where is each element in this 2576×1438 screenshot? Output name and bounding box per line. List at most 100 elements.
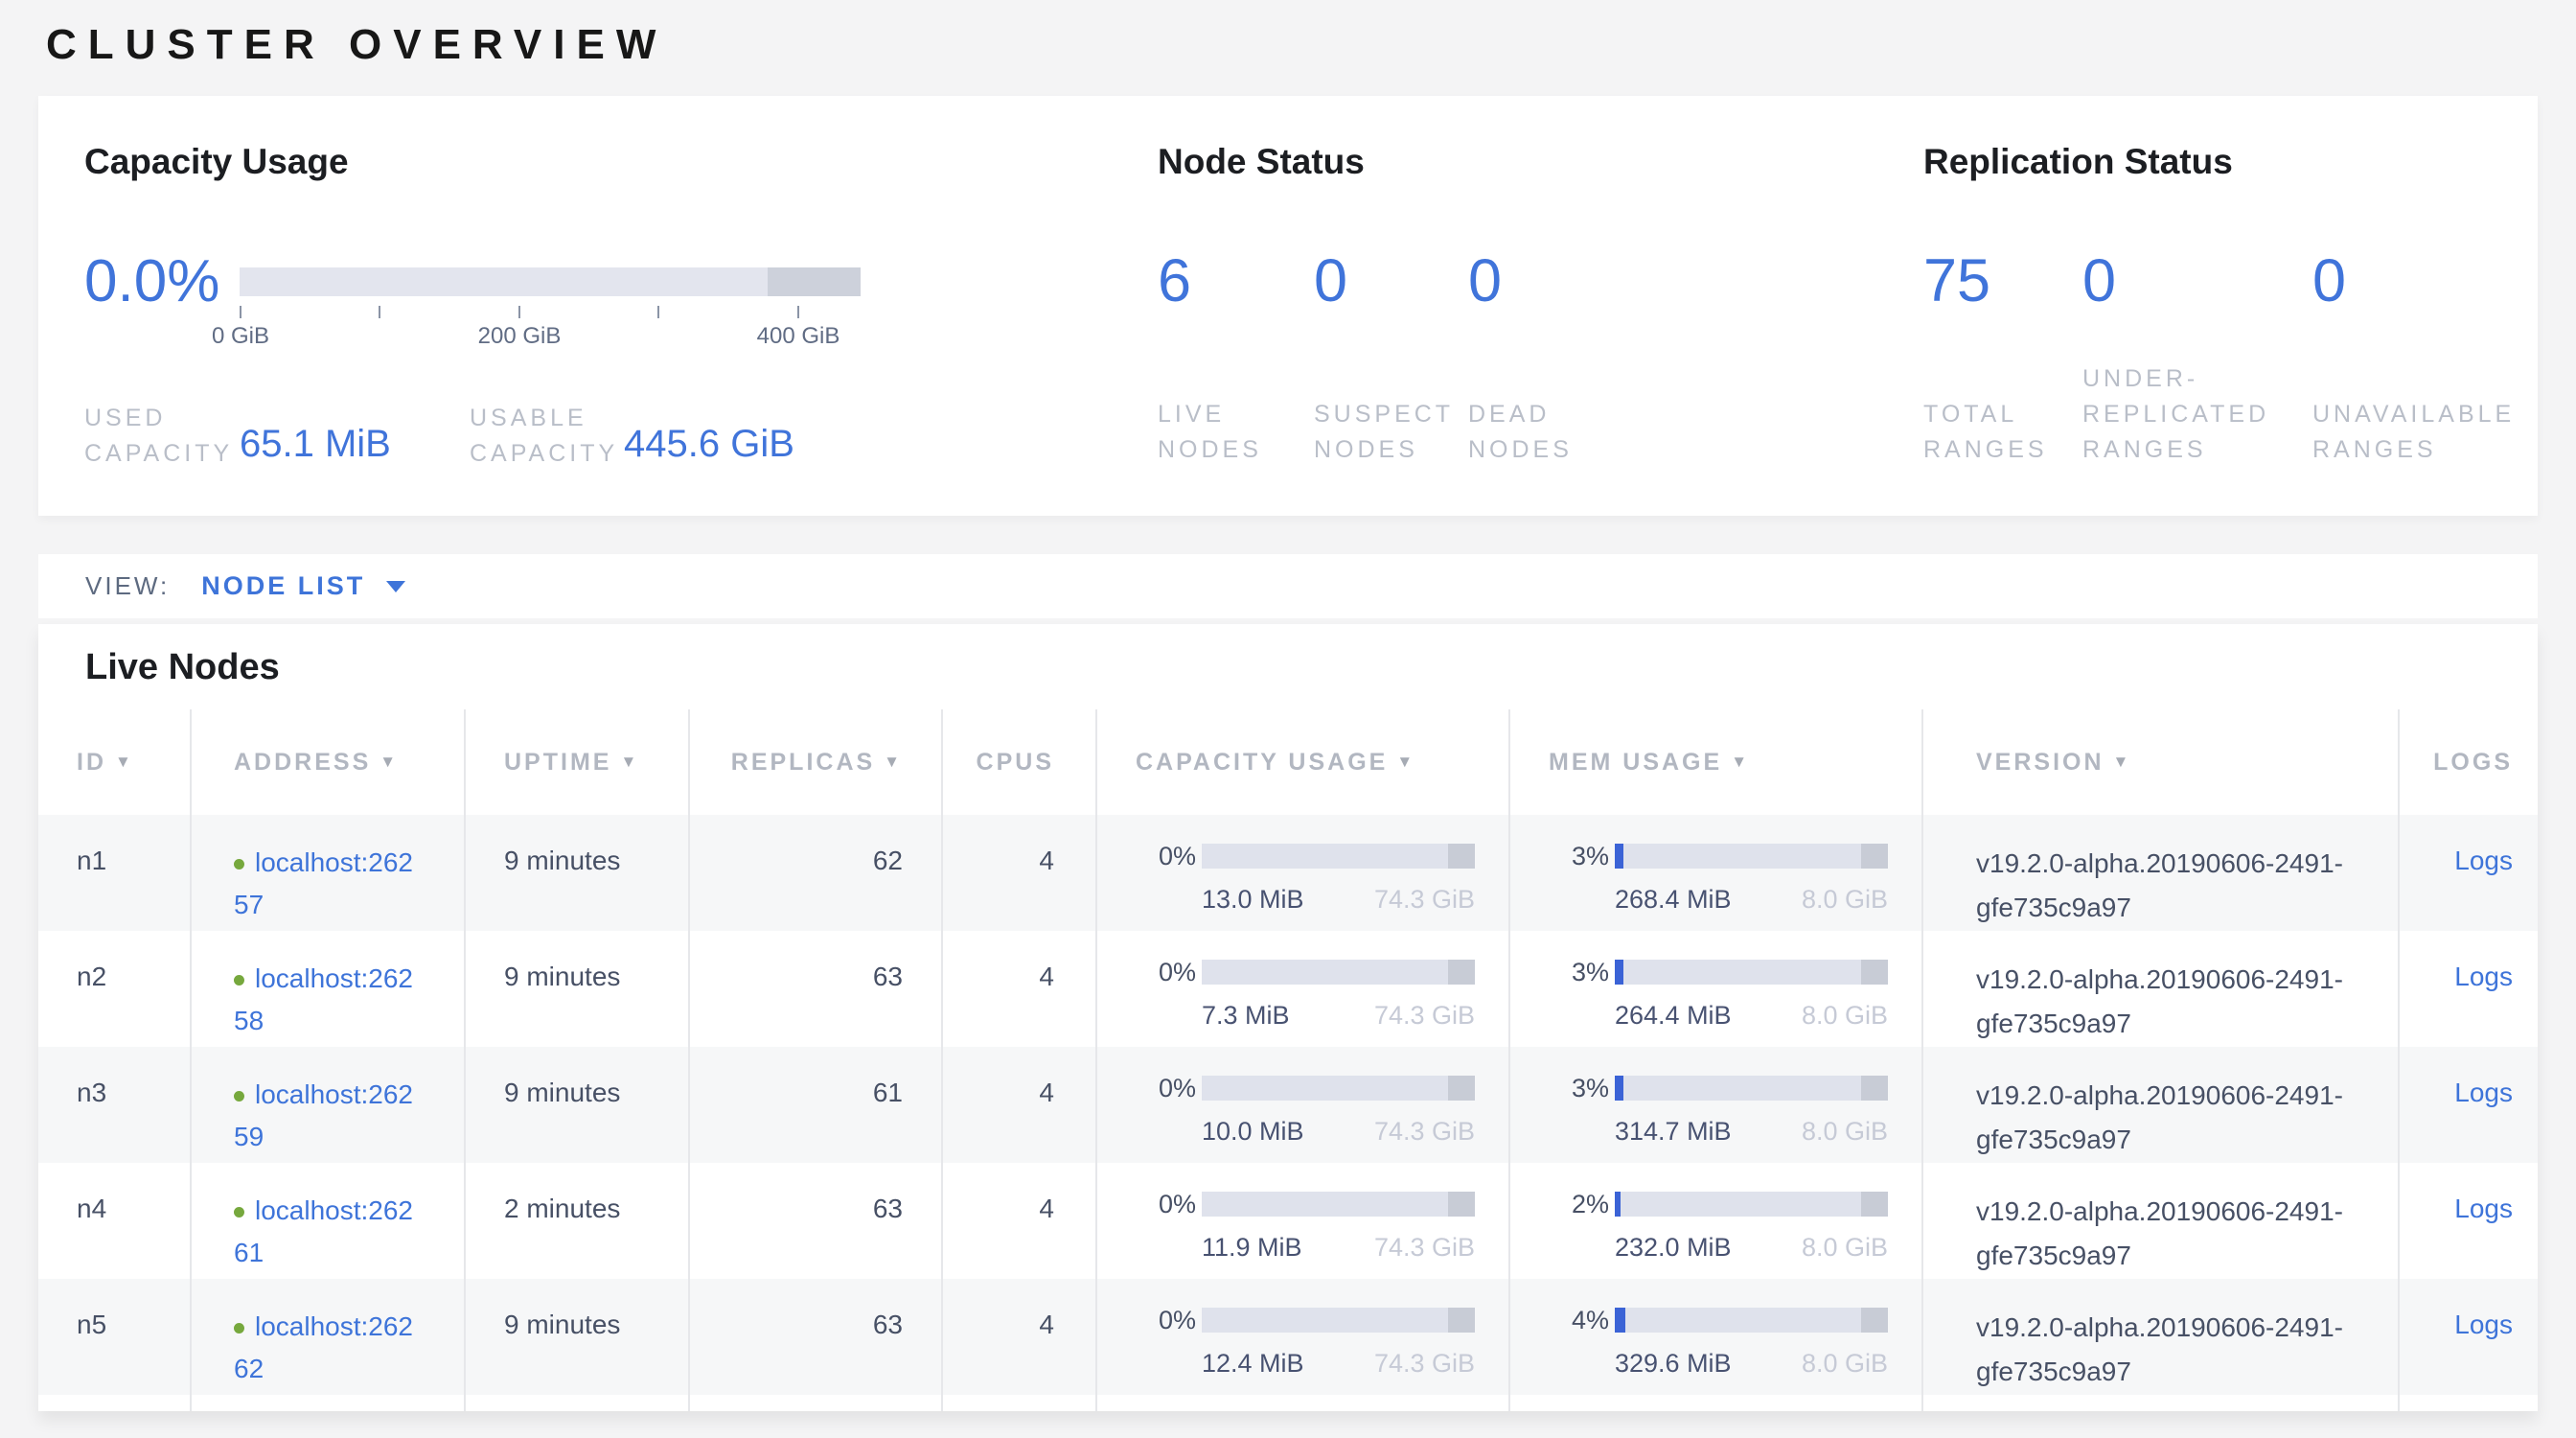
capacity-usage-bar: [1202, 1192, 1475, 1217]
unavailable-ranges-label: UNAVAILABLE RANGES: [2312, 397, 2515, 468]
table-row-partial: [38, 1395, 2538, 1411]
node-address-link[interactable]: localhost:26262: [234, 1311, 413, 1383]
cpus-cell: 4: [941, 931, 1095, 1047]
logs-cell: Logs: [2398, 1047, 2538, 1163]
uptime-cell: 9 minutes: [464, 931, 688, 1047]
live-status-dot-icon: [234, 859, 244, 870]
logs-cell: Logs: [2398, 931, 2538, 1047]
view-dropdown[interactable]: NODE LIST: [201, 571, 365, 601]
capacity-total-value: 74.3 GiB: [1374, 996, 1475, 1034]
column-header-cpus: CPUS: [941, 709, 1095, 815]
version-cell: v19.2.0-alpha.20190606-2491-gfe735c9a97: [1921, 1279, 2398, 1395]
usable-capacity-label: USABLE CAPACITY: [470, 401, 618, 472]
capacity-total-value: 74.3 GiB: [1374, 1112, 1475, 1150]
live-status-dot-icon: [234, 1207, 244, 1218]
mem-usage-cell: 3%314.7 MiB8.0 GiB: [1508, 1047, 1921, 1163]
mem-usage-bar: [1615, 960, 1888, 985]
under-replicated-count: 0: [2082, 249, 2116, 313]
live-status-dot-icon: [234, 975, 244, 986]
capacity-used-value: 13.0 MiB: [1202, 880, 1304, 918]
cpus-cell: 4: [941, 1279, 1095, 1395]
column-header-mem-usage[interactable]: MEM USAGE▼: [1508, 709, 1921, 815]
mem-usage-cell: 2%232.0 MiB8.0 GiB: [1508, 1163, 1921, 1279]
node-address-link[interactable]: localhost:26259: [234, 1079, 413, 1151]
table-header-row: ID▼ ADDRESS▼ UPTIME▼ REPLICAS▼ CPUS CAPA…: [38, 709, 2538, 815]
logs-link[interactable]: Logs: [2454, 1078, 2513, 1107]
capacity-usage-percent: 0%: [1136, 842, 1196, 870]
column-header-version[interactable]: VERSION▼: [1921, 709, 2398, 815]
mem-total-value: 8.0 GiB: [1802, 996, 1888, 1034]
replication-status-heading: Replication Status: [1923, 142, 2233, 182]
node-id-cell: n2: [38, 931, 190, 1047]
cpus-cell: 4: [941, 1163, 1095, 1279]
version-cell: v19.2.0-alpha.20190606-2491-gfe735c9a97: [1921, 931, 2398, 1047]
cpus-cell: 4: [941, 815, 1095, 931]
node-id-cell: n3: [38, 1047, 190, 1163]
suspect-nodes-label: SUSPECT NODES: [1314, 397, 1454, 468]
sort-arrow-icon: ▼: [1396, 753, 1415, 772]
sort-arrow-icon: ▼: [620, 753, 639, 772]
mem-bar-fill: [1615, 1192, 1621, 1217]
capacity-used-value: 11.9 MiB: [1202, 1228, 1302, 1266]
mem-bar-fill: [1615, 960, 1623, 985]
table-body: n1localhost:262579 minutes6240%13.0 MiB7…: [38, 815, 2538, 1395]
replicas-cell: 63: [688, 1163, 941, 1279]
sort-arrow-icon: ▼: [884, 753, 903, 772]
logs-link[interactable]: Logs: [2454, 962, 2513, 991]
capacity-usage-cell: 0%12.4 MiB74.3 GiB: [1095, 1279, 1508, 1395]
logs-link[interactable]: Logs: [2454, 1310, 2513, 1339]
used-capacity-label: USED CAPACITY: [84, 401, 233, 472]
capacity-used-value: 7.3 MiB: [1202, 996, 1290, 1034]
column-header-id[interactable]: ID▼: [38, 709, 190, 815]
live-status-dot-icon: [234, 1091, 244, 1102]
axis-tick: [379, 306, 380, 318]
axis-tick-label: 400 GiB: [722, 323, 875, 350]
view-label: VIEW:: [85, 571, 170, 601]
live-nodes-table: ID▼ ADDRESS▼ UPTIME▼ REPLICAS▼ CPUS CAPA…: [38, 709, 2538, 1411]
suspect-nodes-count: 0: [1314, 249, 1347, 313]
used-capacity-value: 65.1 MiB: [240, 423, 391, 466]
capacity-usage-bar: [1202, 844, 1475, 869]
column-header-capacity-usage[interactable]: CAPACITY USAGE▼: [1095, 709, 1508, 815]
table-row: n4localhost:262612 minutes6340%11.9 MiB7…: [38, 1163, 2538, 1279]
column-header-uptime[interactable]: UPTIME▼: [464, 709, 688, 815]
capacity-bar-reserved-segment: [1448, 844, 1476, 869]
logs-link[interactable]: Logs: [2454, 1194, 2513, 1223]
version-cell: v19.2.0-alpha.20190606-2491-gfe735c9a97: [1921, 1163, 2398, 1279]
mem-bar-fill: [1615, 844, 1623, 869]
mem-usage-percent: 3%: [1549, 1074, 1609, 1102]
version-cell: v19.2.0-alpha.20190606-2491-gfe735c9a97: [1921, 815, 2398, 931]
mem-bar-reserved-segment: [1861, 1308, 1889, 1333]
capacity-usage-bar: [1202, 1076, 1475, 1101]
live-status-dot-icon: [234, 1323, 244, 1334]
capacity-total-value: 74.3 GiB: [1374, 880, 1475, 918]
column-header-address[interactable]: ADDRESS▼: [190, 709, 464, 815]
node-id-cell: n4: [38, 1163, 190, 1279]
table-row: n1localhost:262579 minutes6240%13.0 MiB7…: [38, 815, 2538, 931]
logs-cell: Logs: [2398, 1163, 2538, 1279]
axis-tick: [518, 306, 520, 318]
mem-bar-fill: [1615, 1076, 1623, 1101]
chevron-down-icon[interactable]: [386, 581, 405, 592]
version-text: v19.2.0-alpha.20190606-2491-gfe735c9a97: [1976, 1074, 2379, 1162]
node-address-link[interactable]: localhost:26261: [234, 1195, 413, 1267]
axis-tick: [657, 306, 659, 318]
mem-usage-percent: 3%: [1549, 842, 1609, 870]
mem-used-value: 232.0 MiB: [1615, 1228, 1732, 1266]
live-nodes-card: Live Nodes ID▼ ADDRESS▼ UPTIME▼ REPLICAS…: [38, 624, 2538, 1411]
capacity-bar-track: [240, 267, 861, 296]
sort-arrow-icon: ▼: [1731, 753, 1750, 772]
node-status-section: Node Status 6 0 0 LIVE NODES SUSPECT NOD…: [1158, 96, 1886, 516]
node-address-link[interactable]: localhost:26257: [234, 847, 413, 919]
mem-usage-percent: 2%: [1549, 1190, 1609, 1218]
logs-link[interactable]: Logs: [2454, 846, 2513, 875]
label-line: CAPACITY: [84, 436, 233, 472]
capacity-bar-reserved-segment: [1448, 1308, 1476, 1333]
column-header-replicas[interactable]: REPLICAS▼: [688, 709, 941, 815]
axis-tick: [797, 306, 799, 318]
node-address-cell: localhost:26257: [190, 815, 464, 931]
node-address-link[interactable]: localhost:26258: [234, 963, 413, 1035]
capacity-bar-reserved-segment: [1448, 960, 1476, 985]
version-text: v19.2.0-alpha.20190606-2491-gfe735c9a97: [1976, 1306, 2379, 1394]
mem-usage-bar: [1615, 1192, 1888, 1217]
